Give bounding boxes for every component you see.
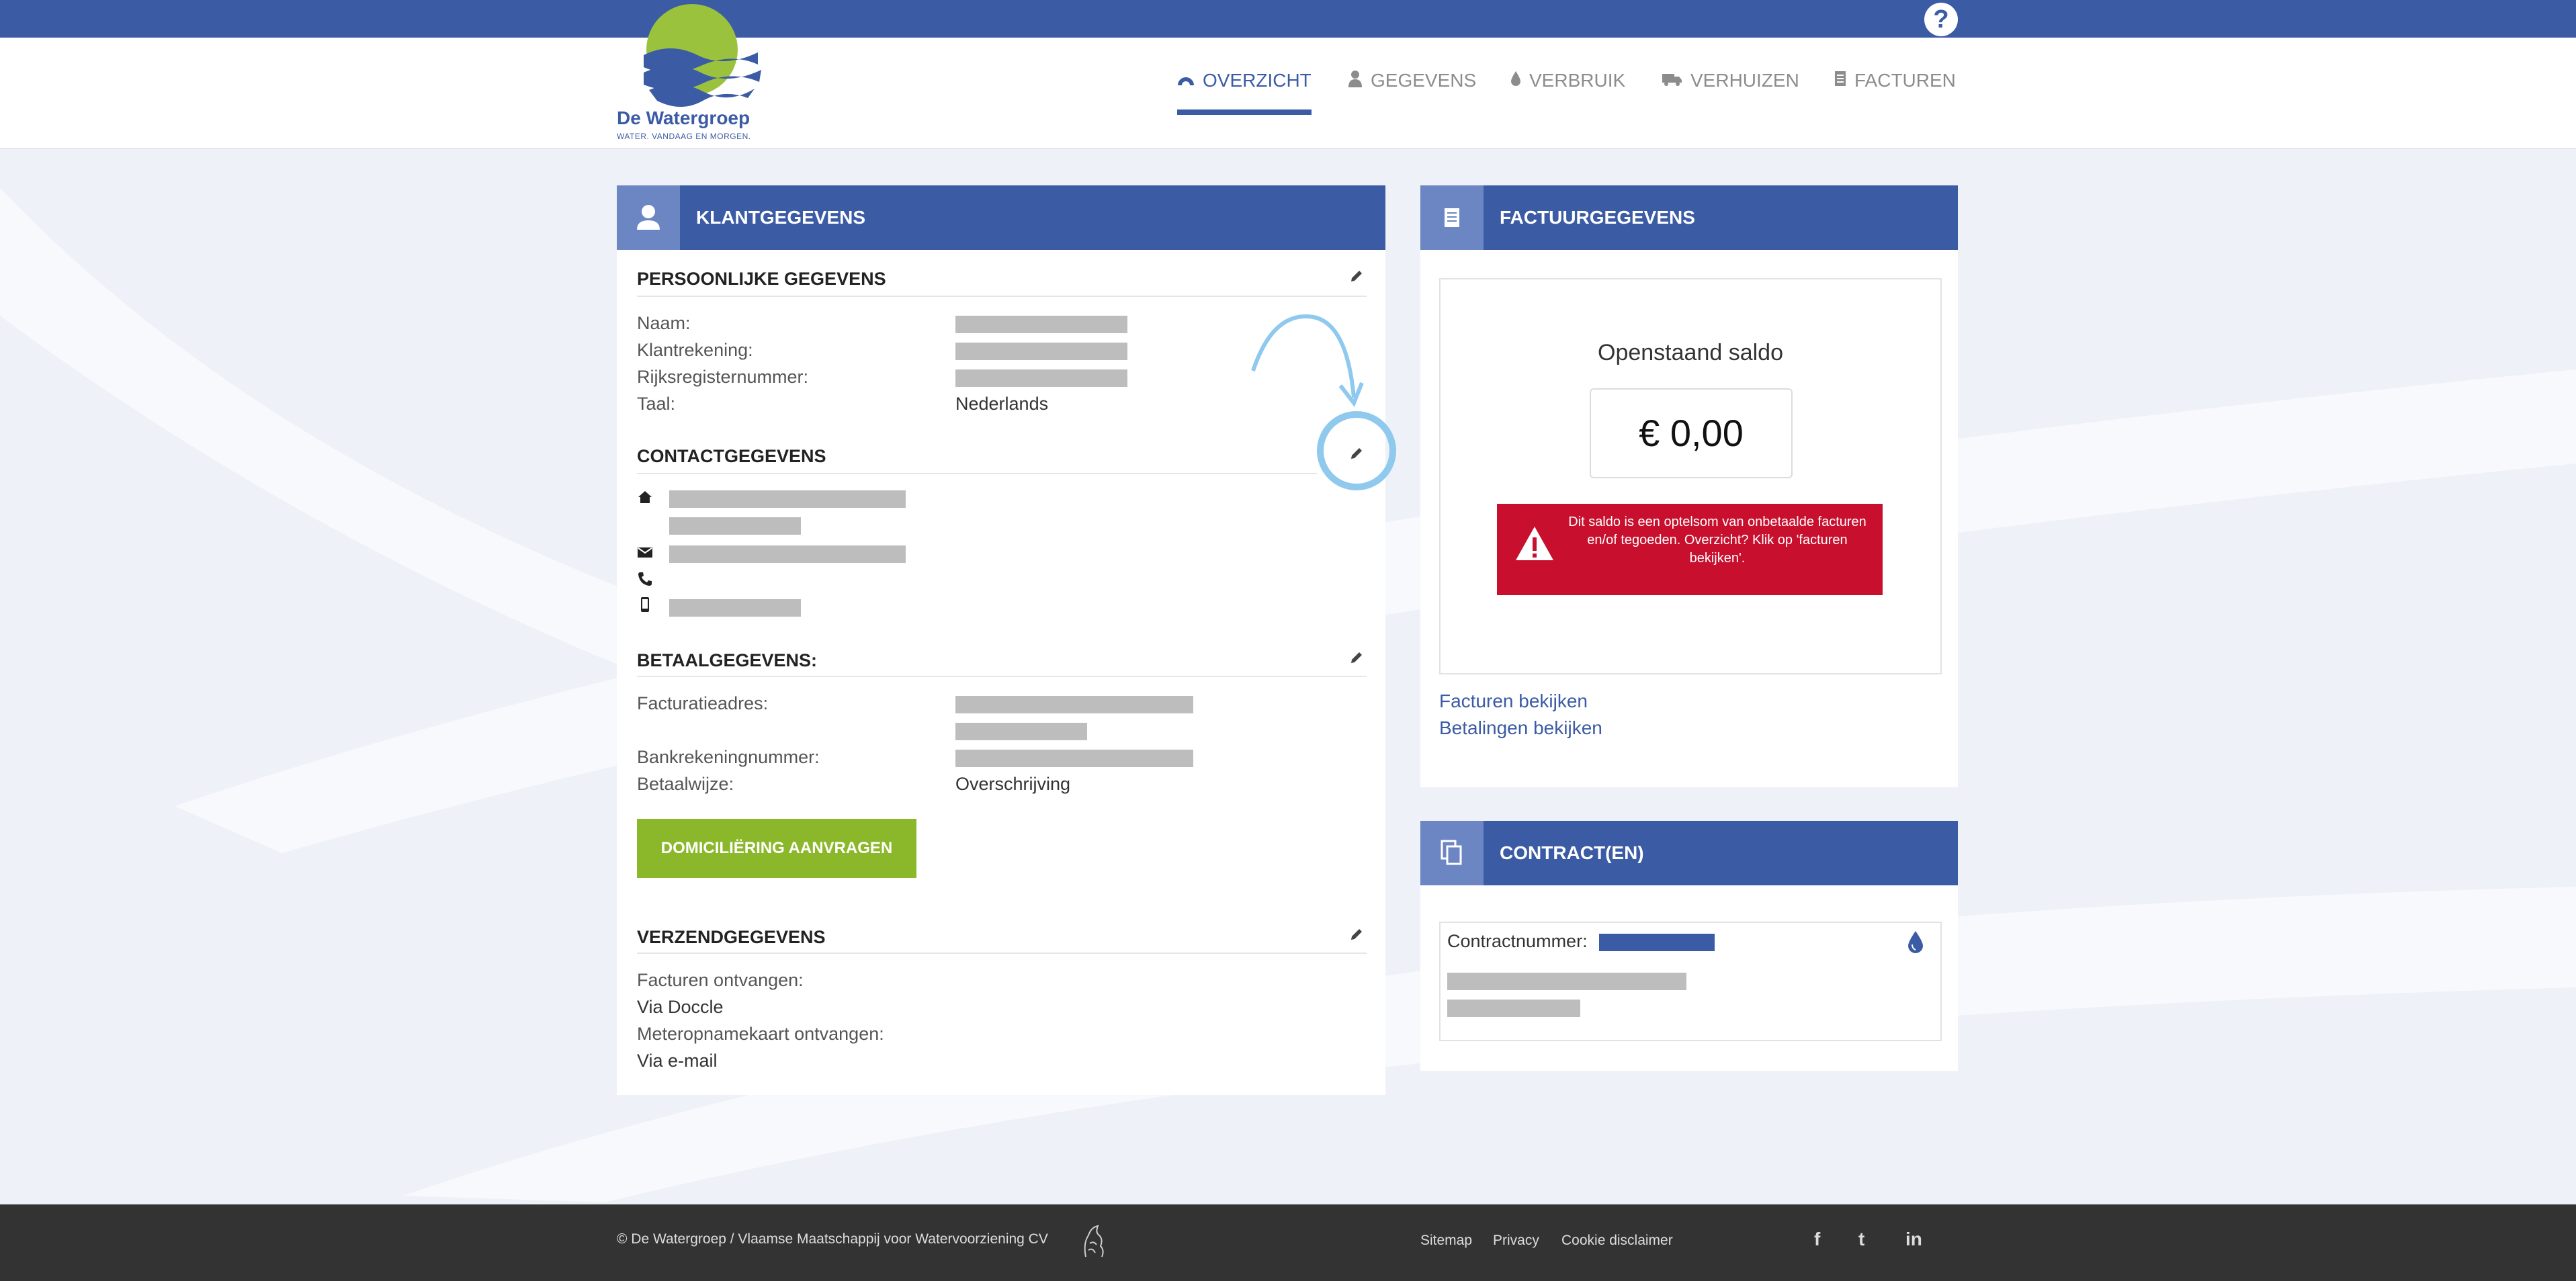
taal-value: Nederlands <box>955 394 1049 414</box>
facebook-icon[interactable]: f <box>1814 1229 1820 1250</box>
linkedin-icon[interactable]: in <box>1905 1229 1922 1250</box>
facturen-bekijken-link[interactable]: Facturen bekijken <box>1439 691 1588 712</box>
facturen-ontvangen-label: Facturen ontvangen: <box>637 970 804 990</box>
rijksregister-value-redacted <box>955 369 1127 387</box>
klantrekening-value-redacted <box>955 343 1127 360</box>
section-title-persoonlijk: PERSOONLIJKE GEGEVENS <box>637 269 886 289</box>
mobile-redacted <box>669 599 801 617</box>
phone-icon <box>638 572 652 586</box>
facturatieadres-line2-redacted <box>955 723 1087 740</box>
footer-link-sitemap[interactable]: Sitemap <box>1420 1233 1472 1249</box>
betaalwijze-label: Betaalwijze: <box>637 774 734 794</box>
panel-title: KLANTGEGEVENS <box>696 207 866 228</box>
document-icon <box>1834 70 1846 91</box>
footer-copyright: © De Watergroep / Vlaamse Maatschappij v… <box>617 1231 1048 1247</box>
facturatieadres-line1-redacted <box>955 696 1193 713</box>
nav-label: FACTUREN <box>1854 70 1956 91</box>
taal-label: Taal: <box>637 394 676 414</box>
meteropnamekaart-label: Meteropnamekaart ontvangen: <box>637 1024 884 1044</box>
divider <box>637 676 1367 677</box>
warning-icon <box>1516 527 1553 560</box>
nav-overzicht[interactable]: OVERZICHT <box>1177 67 1312 94</box>
document-icon <box>1420 185 1484 250</box>
section-title-contact: CONTACTGEGEVENS <box>637 446 826 466</box>
panel-title: CONTRACT(EN) <box>1500 842 1644 863</box>
facturen-ontvangen-value: Via Doccle <box>637 997 724 1017</box>
bankrekening-redacted <box>955 750 1193 767</box>
envelope-icon <box>638 547 652 558</box>
nav-label: OVERZICHT <box>1203 70 1312 91</box>
naam-label: Naam: <box>637 313 691 333</box>
nav-label: VERHUIZEN <box>1690 70 1799 91</box>
betalingen-bekijken-link[interactable]: Betalingen bekijken <box>1439 717 1602 739</box>
contractnummer-redacted <box>1599 934 1715 951</box>
betaalwijze-value: Overschrijving <box>955 774 1071 794</box>
lion-icon <box>1084 1225 1104 1257</box>
pencil-icon[interactable] <box>1349 269 1364 283</box>
drop-icon <box>1908 931 1923 953</box>
openstaand-saldo-label: Openstaand saldo <box>1598 340 1783 365</box>
section-title-betaal: BETAALGEGEVENS: <box>637 650 818 670</box>
meteropnamekaart-value: Via e-mail <box>637 1051 718 1071</box>
nav-gegevens[interactable]: GEGEVENS <box>1348 67 1476 94</box>
divider <box>637 473 1317 474</box>
bankrekening-label: Bankrekeningnummer: <box>637 747 820 767</box>
dashboard-icon <box>1177 70 1195 91</box>
mobile-icon <box>641 597 649 612</box>
home-icon <box>638 491 652 503</box>
contract-city-redacted <box>1447 1000 1580 1017</box>
naam-value-redacted <box>955 316 1127 333</box>
address-line2-redacted <box>669 517 801 535</box>
saldo-amount: € 0,00 <box>1590 388 1793 478</box>
klantrekening-label: Klantrekening: <box>637 340 753 360</box>
divider <box>637 953 1367 954</box>
divider <box>637 296 1367 297</box>
pencil-icon[interactable] <box>1349 927 1364 942</box>
saldo-alert: Dit saldo is een optelsom van onbetaalde… <box>1497 504 1883 595</box>
footer-link-cookie-disclaimer[interactable]: Cookie disclaimer <box>1561 1233 1673 1249</box>
alert-text: Dit saldo is een optelsom van onbetaalde… <box>1568 515 1866 566</box>
balance-card: Openstaand saldo € 0,00 Dit saldo is een… <box>1439 278 1942 674</box>
facturatieadres-label: Facturatieadres: <box>637 693 769 713</box>
panel-title: FACTUURGEGEVENS <box>1500 207 1695 228</box>
drop-icon <box>1510 70 1521 91</box>
email-redacted <box>669 545 906 563</box>
user-icon <box>617 185 680 250</box>
pencil-icon[interactable] <box>1349 446 1364 461</box>
nav-facturen[interactable]: FACTUREN <box>1834 67 1956 94</box>
truck-icon <box>1662 70 1682 91</box>
nav-verbruik[interactable]: VERBRUIK <box>1510 67 1625 94</box>
twitter-icon[interactable]: t <box>1858 1229 1864 1250</box>
top-bar <box>0 0 2576 38</box>
nav-active-indicator <box>1177 109 1312 115</box>
documents-icon <box>1420 821 1484 885</box>
nav-verhuizen[interactable]: VERHUIZEN <box>1662 67 1799 94</box>
address-line1-redacted <box>669 490 906 508</box>
help-icon[interactable]: ? <box>1924 3 1958 36</box>
section-title-verzend: VERZENDGEGEVENS <box>637 927 826 947</box>
domiciliering-button[interactable]: DOMICILIËRING AANVRAGEN <box>637 819 916 878</box>
contractnummer-label: Contractnummer: <box>1447 931 1588 951</box>
logo-name: De Watergroep <box>617 107 750 128</box>
nav-label: GEGEVENS <box>1371 70 1477 91</box>
user-icon <box>1348 70 1363 92</box>
arrow-annotation <box>1251 314 1364 408</box>
logo-tagline: WATER. VANDAAG EN MORGEN. <box>617 132 751 141</box>
footer: © De Watergroep / Vlaamse Maatschappij v… <box>0 1204 2576 1281</box>
nav-label: VERBRUIK <box>1529 70 1626 91</box>
contract-card[interactable]: Contractnummer: <box>1439 922 1942 1041</box>
contract-address-redacted <box>1447 973 1686 990</box>
footer-link-privacy[interactable]: Privacy <box>1493 1233 1539 1249</box>
pencil-icon[interactable] <box>1349 650 1364 665</box>
rijksregister-label: Rijksregisternummer: <box>637 367 809 387</box>
